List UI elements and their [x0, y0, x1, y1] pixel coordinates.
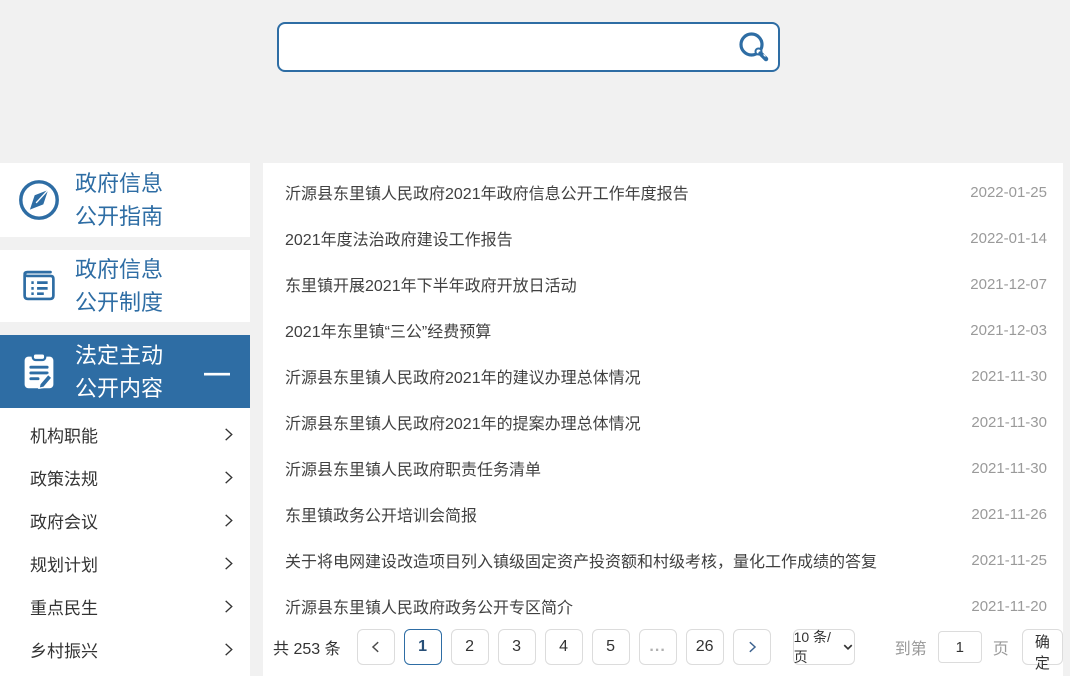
- sidebar-item-rural-revitalization[interactable]: 乡村振兴: [0, 628, 250, 671]
- label-line-1: 政府信息: [75, 257, 163, 282]
- article-link[interactable]: 2021年东里镇“三公”经费预算: [285, 318, 958, 342]
- goto-page-prefix: 到第: [895, 635, 927, 659]
- chevron-right-icon: [745, 640, 759, 654]
- sidebar-item-label: 政府信息 公开制度: [75, 253, 163, 319]
- list-item: 东里镇开展2021年下半年政府开放日活动 2021-12-07: [263, 261, 1063, 307]
- chevron-down-icon: [842, 641, 854, 653]
- sidebar-item-key-livelihood[interactable]: 重点民生: [0, 585, 250, 628]
- article-link[interactable]: 沂源县东里镇人民政府2021年的提案办理总体情况: [285, 410, 959, 434]
- article-link[interactable]: 2021年度法治政府建设工作报告: [285, 226, 958, 250]
- chevron-right-icon: [221, 427, 236, 442]
- page-size-select[interactable]: 10 条/页: [793, 629, 855, 665]
- article-link[interactable]: 东里镇开展2021年下半年政府开放日活动: [285, 272, 958, 296]
- article-link[interactable]: 沂源县东里镇人民政府政务公开专区简介: [285, 594, 959, 618]
- article-link[interactable]: 沂源县东里镇人民政府职责任务清单: [285, 456, 959, 480]
- page-button-3[interactable]: 3: [498, 629, 536, 665]
- ledger-icon: [16, 263, 62, 309]
- sidebar-item-planning[interactable]: 规划计划: [0, 542, 250, 585]
- page-button-1[interactable]: 1: [404, 629, 442, 665]
- label-line-2: 公开指南: [75, 204, 163, 229]
- search-box: [277, 22, 780, 72]
- list-item: 东里镇政务公开培训会简报 2021-11-26: [263, 491, 1063, 537]
- sidebar-item-open-system[interactable]: 政府信息 公开制度: [0, 250, 250, 322]
- search-button[interactable]: [730, 24, 778, 70]
- collapse-indicator[interactable]: —: [204, 359, 230, 385]
- sidebar-item-government-meetings[interactable]: 政府会议: [0, 499, 250, 542]
- article-date: 2021-11-30: [971, 368, 1047, 385]
- article-date: 2021-11-26: [971, 506, 1047, 523]
- list-item: 沂源县东里镇人民政府2021年的建议办理总体情况 2021-11-30: [263, 353, 1063, 399]
- page-button-26[interactable]: 26: [686, 629, 724, 665]
- chevron-left-icon: [369, 640, 383, 654]
- menu-item-label: 乡村振兴: [30, 637, 98, 662]
- article-date: 2021-12-03: [970, 322, 1047, 339]
- search-icon: [737, 30, 771, 64]
- article-list-panel: 沂源县东里镇人民政府2021年政府信息公开工作年度报告 2022-01-25 2…: [263, 163, 1063, 676]
- sidebar-item-open-guide[interactable]: 政府信息 公开指南: [0, 163, 250, 237]
- article-date: 2021-12-07: [970, 276, 1047, 293]
- list-item: 2021年东里镇“三公”经费预算 2021-12-03: [263, 307, 1063, 353]
- goto-page-suffix: 页: [993, 635, 1009, 659]
- article-link[interactable]: 沂源县东里镇人民政府2021年政府信息公开工作年度报告: [285, 180, 958, 204]
- sidebar-submenu: 机构职能 政策法规 政府会议 规划计划 重点民生: [0, 408, 250, 676]
- total-count-label: 共 253 条: [273, 635, 341, 659]
- next-page-button[interactable]: [733, 629, 771, 665]
- article-date: 2022-01-14: [970, 230, 1047, 247]
- page-button-2[interactable]: 2: [451, 629, 489, 665]
- sidebar: 政府信息 公开指南 政府信息 公开制度 法定主动 公开内容: [0, 163, 250, 676]
- page-ellipsis-button[interactable]: ...: [639, 629, 677, 665]
- article-list: 沂源县东里镇人民政府2021年政府信息公开工作年度报告 2022-01-25 2…: [263, 163, 1063, 629]
- label-line-2: 公开制度: [75, 290, 163, 315]
- article-link[interactable]: 关于将电网建设改造项目列入镇级固定资产投资额和村级考核，量化工作成绩的答复: [285, 548, 959, 572]
- chevron-right-icon: [221, 513, 236, 528]
- article-date: 2021-11-30: [971, 414, 1047, 431]
- article-date: 2021-11-20: [971, 598, 1047, 615]
- page-button-4[interactable]: 4: [545, 629, 583, 665]
- goto-page-input[interactable]: [938, 631, 982, 663]
- menu-item-label: 机构职能: [30, 422, 98, 447]
- article-link[interactable]: 沂源县东里镇人民政府2021年的建议办理总体情况: [285, 364, 959, 388]
- list-item: 沂源县东里镇人民政府职责任务清单 2021-11-30: [263, 445, 1063, 491]
- clipboard-pencil-icon: [16, 349, 62, 395]
- article-date: 2021-11-25: [971, 552, 1047, 569]
- sidebar-item-statutory-disclosure[interactable]: 法定主动 公开内容 —: [0, 335, 250, 408]
- confirm-button[interactable]: 确定: [1022, 629, 1063, 665]
- list-item: 2021年度法治政府建设工作报告 2022-01-14: [263, 215, 1063, 261]
- pagination: 共 253 条 1 2 3 4 5 ... 26 10 条/页 到第 页 确定: [263, 620, 1063, 674]
- chevron-right-icon: [221, 556, 236, 571]
- menu-item-label: 重点民生: [30, 594, 98, 619]
- article-date: 2021-11-30: [971, 460, 1047, 477]
- label-line-1: 政府信息: [75, 171, 163, 196]
- sidebar-item-org-functions[interactable]: 机构职能: [0, 413, 250, 456]
- label-line-2: 公开内容: [75, 376, 163, 401]
- chevron-right-icon: [221, 642, 236, 657]
- prev-page-button[interactable]: [357, 629, 395, 665]
- sidebar-item-label: 政府信息 公开指南: [75, 167, 163, 233]
- page-button-5[interactable]: 5: [592, 629, 630, 665]
- chevron-right-icon: [221, 599, 236, 614]
- article-link[interactable]: 东里镇政务公开培训会简报: [285, 502, 959, 526]
- chevron-right-icon: [221, 470, 236, 485]
- sidebar-item-label: 法定主动 公开内容: [75, 339, 163, 405]
- label-line-1: 法定主动: [75, 343, 163, 368]
- sidebar-item-policies-regulations[interactable]: 政策法规: [0, 456, 250, 499]
- article-date: 2022-01-25: [970, 184, 1047, 201]
- list-item: 关于将电网建设改造项目列入镇级固定资产投资额和村级考核，量化工作成绩的答复 20…: [263, 537, 1063, 583]
- menu-item-label: 政府会议: [30, 508, 98, 533]
- menu-item-label: 规划计划: [30, 551, 98, 576]
- search-input[interactable]: [279, 24, 730, 70]
- list-item: 沂源县东里镇人民政府2021年的提案办理总体情况 2021-11-30: [263, 399, 1063, 445]
- compass-icon: [16, 177, 62, 223]
- menu-item-label: 政策法规: [30, 465, 98, 490]
- page-size-label: 10 条/页: [794, 627, 836, 667]
- list-item: 沂源县东里镇人民政府2021年政府信息公开工作年度报告 2022-01-25: [263, 169, 1063, 215]
